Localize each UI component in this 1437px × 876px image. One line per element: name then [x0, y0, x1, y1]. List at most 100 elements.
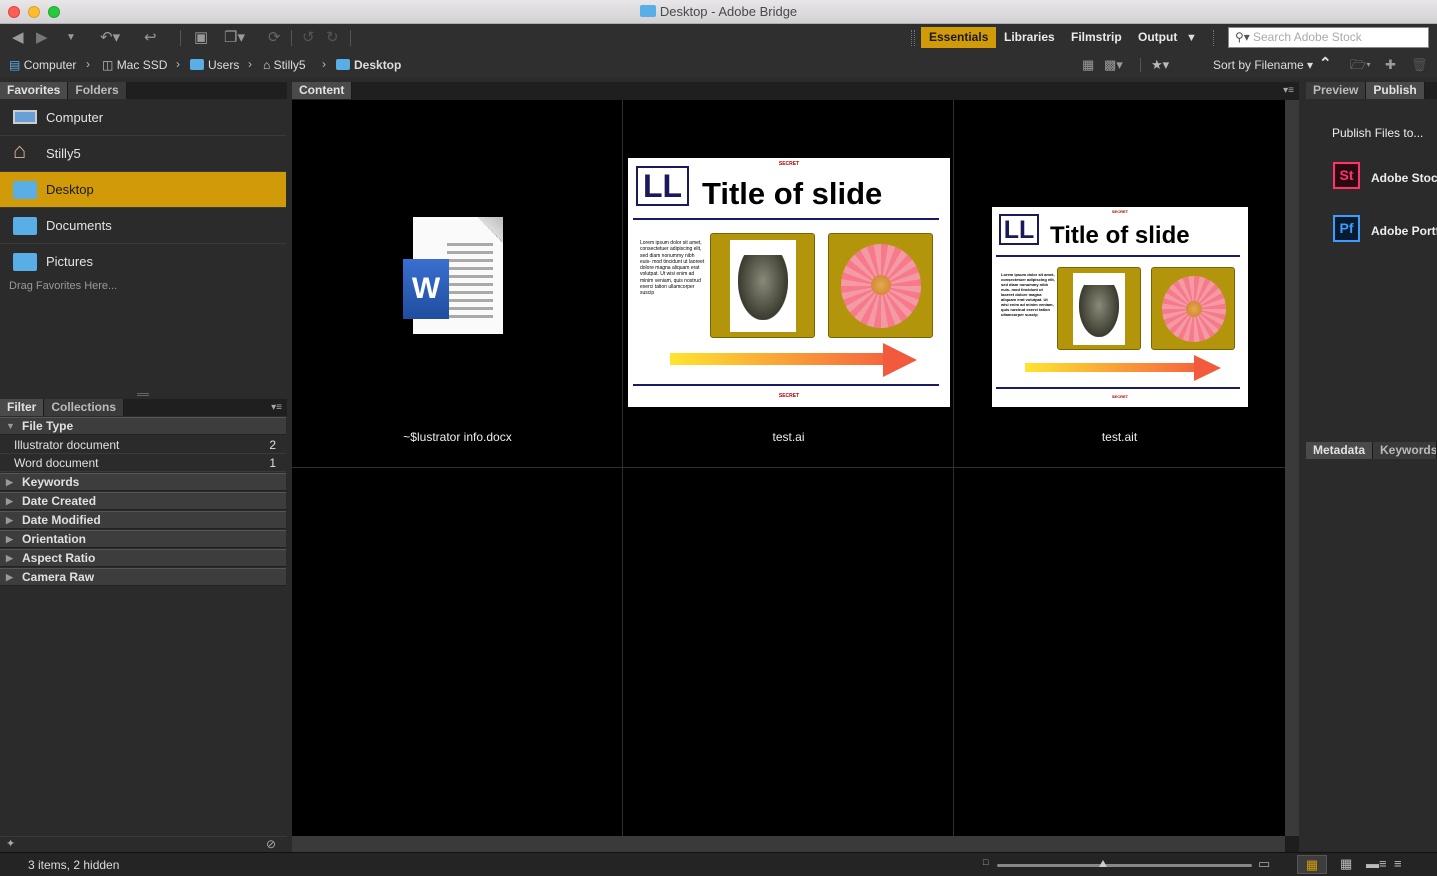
- breadcrumb-separator[interactable]: ›: [248, 57, 252, 71]
- filter-row-word-document[interactable]: Word document 1: [0, 454, 286, 472]
- rotate-left-icon[interactable]: ↺: [302, 28, 315, 48]
- panel-splitter[interactable]: [287, 82, 292, 852]
- tab-metadata[interactable]: Metadata: [1306, 442, 1374, 459]
- new-folder-icon[interactable]: ✚: [1385, 55, 1396, 75]
- workspace-grip-icon[interactable]: [911, 30, 915, 46]
- filter-section-keywords[interactable]: ▶ Keywords: [0, 473, 286, 491]
- search-input[interactable]: ⚲▾ Search Adobe Stock: [1228, 27, 1429, 48]
- filter-section-orientation[interactable]: ▶ Orientation: [0, 530, 286, 548]
- file-name: test.ait: [1101, 430, 1138, 444]
- slide-thumbnail: SECRET LL Title of slide Lorem ipsum dol…: [628, 158, 950, 407]
- small-thumbnail-icon[interactable]: □: [983, 857, 988, 867]
- panel-menu-icon[interactable]: ▾≡: [271, 399, 287, 416]
- content-tab-bar: Content ▾≡: [292, 82, 1299, 99]
- folder-icon: [190, 59, 204, 71]
- content-panel: Content ▾≡ W ~$lustrator info.docx SECRE…: [292, 82, 1299, 852]
- tab-filter[interactable]: Filter: [0, 399, 45, 416]
- boomerang-icon[interactable]: ↩: [144, 28, 157, 48]
- view-as-details-button[interactable]: ▦: [1340, 856, 1352, 872]
- panel-splitter[interactable]: [1301, 82, 1306, 852]
- close-window-button[interactable]: [8, 6, 20, 18]
- tab-keywords[interactable]: Keywords: [1373, 442, 1437, 459]
- history-dropdown-icon[interactable]: ▼: [66, 28, 76, 48]
- thumbnail-cell-ait[interactable]: SECRET LL Title of slide Lorem ipsum dol…: [954, 100, 1285, 468]
- publish-adobe-portfolio[interactable]: Pf Adobe Portfolio: [1306, 213, 1437, 247]
- reveal-recent-icon[interactable]: ↶▾: [100, 28, 120, 48]
- right-panel: Preview Publish Publish Files to... St A…: [1306, 82, 1437, 852]
- back-arrow-icon[interactable]: ◀: [12, 28, 24, 48]
- star-filter-icon[interactable]: ★▾: [1151, 55, 1169, 75]
- workspace-essentials[interactable]: Essentials: [921, 27, 997, 48]
- sort-by-dropdown[interactable]: Sort by Filename ▾: [1213, 57, 1313, 73]
- refine-icon[interactable]: ❐▾: [224, 28, 245, 48]
- tab-content[interactable]: Content: [292, 82, 353, 99]
- large-thumbnail-icon[interactable]: ▭: [1258, 856, 1270, 872]
- status-bar: 3 items, 2 hidden □ ▭ ▦ ▦ ▬≡ ≡: [0, 852, 1437, 876]
- view-as-thumbnails-button[interactable]: ▦: [1297, 855, 1327, 874]
- filter-section-date-modified[interactable]: ▶ Date Modified: [0, 511, 286, 529]
- horizontal-scrollbar[interactable]: [292, 836, 1285, 852]
- empty-cell: [292, 468, 623, 836]
- thumbnail-grid: W ~$lustrator info.docx SECRET LL Title …: [292, 100, 1285, 836]
- slider-thumb[interactable]: [1099, 860, 1107, 867]
- slide-body-text: Lorem ipsum dolor sit amet, consectetuer…: [1001, 272, 1055, 317]
- tab-preview[interactable]: Preview: [1306, 82, 1367, 99]
- disclosure-expanded-icon: ▼: [6, 421, 15, 431]
- favorite-item-pictures[interactable]: Pictures: [0, 244, 286, 280]
- filter-quality-icon[interactable]: ▦: [1082, 55, 1094, 75]
- thumbnail-size-slider[interactable]: [997, 860, 1252, 867]
- clear-filter-icon[interactable]: ⊘: [266, 837, 276, 851]
- breadcrumb-separator[interactable]: ›: [322, 57, 326, 71]
- view-as-grid-button[interactable]: ≡: [1394, 856, 1402, 871]
- open-in-camera-raw-icon[interactable]: ⟳: [268, 28, 281, 48]
- window-title: Desktop - Adobe Bridge: [659, 4, 798, 19]
- thumbnail-quality-icon[interactable]: ▩▾: [1104, 55, 1123, 75]
- camera-import-icon[interactable]: ▣: [194, 28, 208, 48]
- workspace-output[interactable]: Output: [1130, 27, 1185, 48]
- vertical-scrollbar[interactable]: [1285, 100, 1299, 836]
- sort-ascending-chevron-up-icon[interactable]: ⌃: [1319, 54, 1332, 74]
- thumbnail-cell-docx[interactable]: W ~$lustrator info.docx: [292, 100, 623, 468]
- workspace-libraries[interactable]: Libraries: [996, 27, 1063, 48]
- open-recent-folder-icon[interactable]: 🗁▾: [1350, 55, 1371, 75]
- panel-menu-icon[interactable]: ▾≡: [1283, 82, 1299, 99]
- favorite-item-desktop[interactable]: Desktop: [0, 172, 286, 208]
- adobe-portfolio-icon: Pf: [1333, 215, 1360, 242]
- filter-section-date-created[interactable]: ▶ Date Created: [0, 492, 286, 510]
- filter-row-illustrator-document[interactable]: Illustrator document 2: [0, 436, 286, 454]
- breadcrumb-separator[interactable]: ›: [176, 57, 180, 71]
- folder-icon: [13, 181, 37, 199]
- pin-icon[interactable]: ✦: [6, 837, 15, 850]
- folder-icon: [13, 253, 37, 271]
- breadcrumb-mac-ssd[interactable]: ◫ Mac SSD: [102, 57, 167, 73]
- filter-section-camera-raw[interactable]: ▶ Camera Raw: [0, 568, 286, 586]
- breadcrumb-computer[interactable]: ▤ Computer: [9, 57, 76, 73]
- tab-collections[interactable]: Collections: [44, 399, 125, 416]
- workspace-menu-chevron-down-icon[interactable]: ▼: [1186, 28, 1197, 48]
- thumbnail-cell-ai[interactable]: SECRET LL Title of slide Lorem ipsum dol…: [623, 100, 954, 468]
- workspace-filmstrip[interactable]: Filmstrip: [1063, 27, 1130, 48]
- tab-favorites[interactable]: Favorites: [0, 82, 69, 99]
- panel-splitter[interactable]: [0, 392, 287, 398]
- favorite-item-documents[interactable]: Documents: [0, 208, 286, 244]
- breadcrumb-users[interactable]: Users: [190, 57, 239, 73]
- favorite-item-stilly5[interactable]: ⌂ Stilly5: [0, 136, 286, 172]
- publish-adobe-stock[interactable]: St Adobe Stock: [1306, 160, 1437, 194]
- breadcrumb-stilly5[interactable]: ⌂ Stilly5: [263, 57, 306, 73]
- favorite-item-computer[interactable]: Computer: [0, 100, 286, 136]
- tab-publish[interactable]: Publish: [1366, 82, 1425, 99]
- view-as-list-button[interactable]: ▬≡: [1366, 856, 1387, 871]
- minimize-window-button[interactable]: [28, 6, 40, 18]
- rotate-right-icon[interactable]: ↻: [326, 28, 339, 48]
- forward-arrow-icon[interactable]: ▶: [36, 28, 48, 48]
- breadcrumb-separator[interactable]: ›: [86, 57, 90, 71]
- filter-tab-bar: Filter Collections ▾≡: [0, 399, 287, 416]
- computer-icon: [13, 110, 37, 124]
- breadcrumb-desktop[interactable]: Desktop: [336, 57, 401, 73]
- trash-icon[interactable]: 🗑: [1411, 55, 1428, 75]
- filter-section-file-type[interactable]: ▼ File Type: [0, 417, 286, 435]
- filter-section-aspect-ratio[interactable]: ▶ Aspect Ratio: [0, 549, 286, 567]
- disclosure-collapsed-icon: ▶: [6, 534, 13, 544]
- tab-folders[interactable]: Folders: [68, 82, 127, 99]
- maximize-window-button[interactable]: [48, 6, 60, 18]
